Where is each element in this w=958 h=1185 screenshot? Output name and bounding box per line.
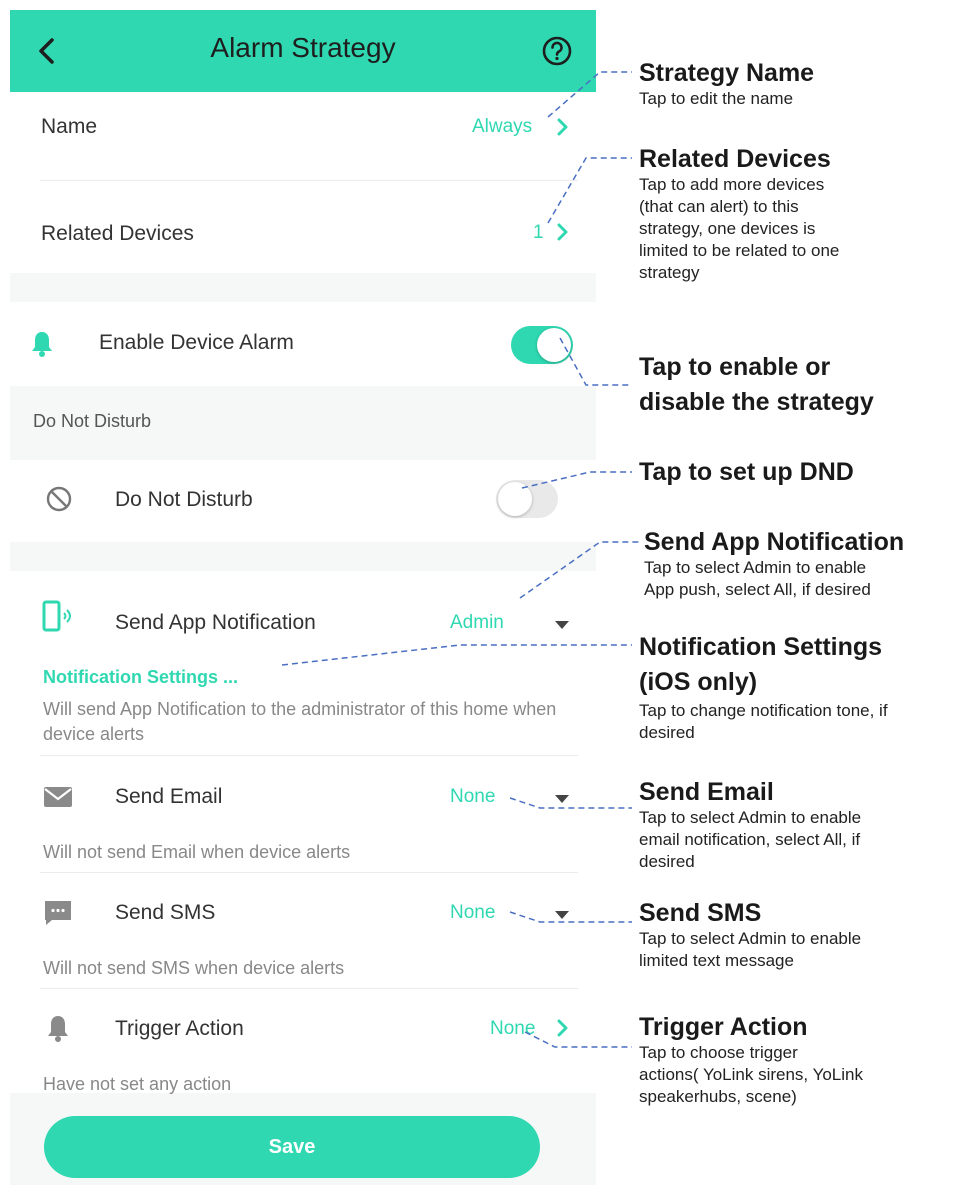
annotation-title: Send App Notification (644, 528, 905, 556)
annotation-desc-line: Tap to select Admin to enable (639, 929, 862, 948)
leader-enable (559, 337, 632, 386)
leader-app-notification (519, 541, 640, 599)
annotation-desc-line: strategy (639, 263, 700, 282)
annotation-desc-line: email notification, select All, if (639, 830, 861, 849)
annotation-title: Send SMS (639, 899, 762, 927)
annotation-desc-line: Tap to add more devices (639, 175, 825, 194)
annotation-desc-line: desired (639, 852, 695, 871)
leader-strategy-name (547, 71, 632, 118)
annotation-desc-line: Tap to select Admin to enable (639, 808, 862, 827)
annotation-title-line: Tap to enable or (639, 353, 831, 381)
annotation-title: Related Devices (639, 145, 831, 173)
annotation-title: Tap to set up DND (639, 458, 854, 486)
annotation-desc-line: actions( YoLink sirens, YoLink (639, 1065, 863, 1084)
leader-email (509, 797, 632, 809)
annotation-desc: Tap to edit the name (639, 89, 794, 108)
annotation-app-notification: Send App Notification Tap to select Admi… (644, 527, 958, 601)
annotation-desc-line: strategy, one devices is (639, 219, 816, 238)
annotation-title: Send Email (639, 778, 774, 806)
annotation-desc-line: (that can alert) to this (639, 197, 799, 216)
annotation-desc-line: App push, select All, if desired (644, 580, 871, 599)
annotation-desc-line: limited text message (639, 951, 794, 970)
annotation-desc-line: speakerhubs, scene) (639, 1087, 797, 1106)
leader-dnd (521, 471, 632, 489)
annotation-desc-line: Tap to change notification tone, if (639, 701, 888, 720)
annotation-related-devices: Related Devices Tap to add more devices … (639, 144, 958, 284)
annotation-desc-line: Tap to select Admin to enable (644, 558, 867, 577)
annotation-enable: Tap to enable or disable the strategy (639, 350, 874, 420)
annotation-desc-line: desired (639, 723, 695, 742)
annotation-strategy-name: Strategy Name Tap to edit the name (639, 58, 958, 110)
annotation-trigger: Trigger Action Tap to choose trigger act… (639, 1012, 958, 1108)
annotation-title: Trigger Action (639, 1013, 808, 1041)
annotation-title-line: disable the strategy (639, 388, 874, 416)
leader-sms (509, 911, 632, 923)
annotation-title-line: Notification Settings (639, 633, 883, 661)
annotation-desc-line: limited to be related to one (639, 241, 840, 260)
annotation-dnd: Tap to set up DND (639, 457, 854, 487)
annotation-desc-line: Tap to choose trigger (639, 1043, 798, 1062)
annotation-title-line: (iOS only) (639, 668, 758, 696)
annotation-email: Send Email Tap to select Admin to enable… (639, 777, 958, 873)
leader-notification-settings (281, 644, 632, 666)
annotation-notification-settings: Notification Settings (iOS only) Tap to … (639, 630, 958, 744)
leader-trigger (524, 1031, 632, 1048)
leader-related-devices (547, 157, 632, 224)
annotation-title: Strategy Name (639, 59, 815, 87)
annotation-sms: Send SMS Tap to select Admin to enable l… (639, 898, 958, 972)
